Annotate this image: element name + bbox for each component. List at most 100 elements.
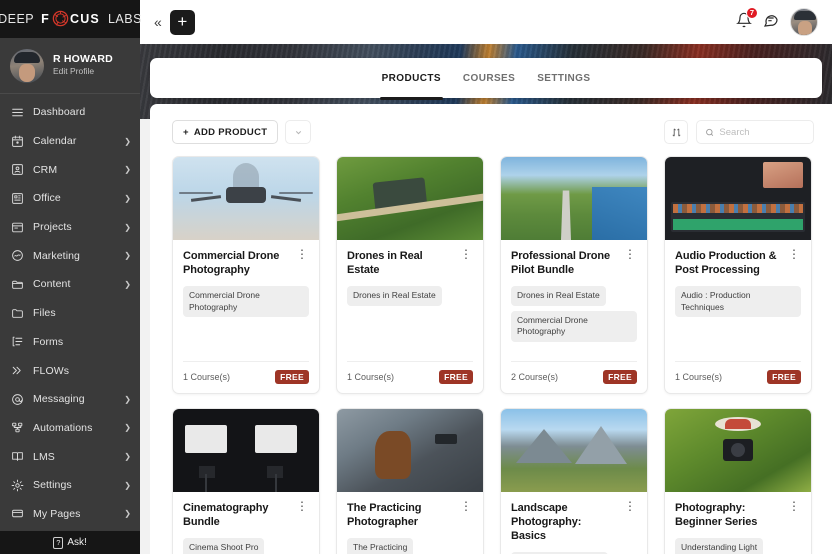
card-menu-button[interactable]: ⋮ — [459, 249, 473, 260]
sidebar-item-label: Office — [33, 192, 115, 204]
card-body: Landscape Photography: Basics⋮Photograph… — [501, 492, 647, 554]
product-card[interactable]: Commercial Drone Photography⋮Commercial … — [172, 156, 320, 394]
product-card[interactable]: Cinematography Bundle ⋮ Cinema Shoot Pro — [172, 408, 320, 554]
user-avatar[interactable] — [790, 8, 818, 36]
collapse-sidebar-button[interactable]: « — [148, 15, 168, 29]
sort-button[interactable] — [664, 120, 688, 144]
chevron-down-icon — [294, 128, 303, 137]
card-body: Commercial Drone Photography⋮Commercial … — [173, 240, 319, 361]
topbar-actions: 7 — [736, 8, 818, 36]
app-root: DEEP F CUS LABS R HOWARD Edit Profile — [0, 0, 832, 554]
aerial-estate-thumbnail — [337, 157, 483, 240]
card-title-row: Landscape Photography: Basics⋮ — [511, 501, 637, 543]
search-icon — [705, 127, 714, 138]
price-badge: FREE — [439, 370, 473, 384]
profile-block[interactable]: R HOWARD Edit Profile — [0, 38, 140, 94]
logo-letter-f: F — [41, 12, 50, 26]
price-badge: FREE — [603, 370, 637, 384]
sidebar-item-office[interactable]: Office ❯ — [0, 184, 140, 213]
sidebar-item-automations[interactable]: Automations❯ — [0, 414, 140, 443]
form-list-icon — [10, 335, 24, 349]
product-card[interactable]: Drones in Real Estate⋮Drones in Real Est… — [336, 156, 484, 394]
sidebar-nav: DashboardCalendar❯CRM❯ Office ❯ Projects❯Ma… — [0, 94, 140, 531]
course-chip-list: Understanding Light — [675, 538, 801, 554]
sidebar-item-lms[interactable]: LMS❯ — [0, 442, 140, 471]
tab-settings[interactable]: SETTINGS — [537, 58, 590, 98]
card-menu-button[interactable]: ⋮ — [459, 501, 473, 512]
course-chip-list: Cinema Shoot Pro — [183, 538, 309, 554]
sidebar-item-marketing[interactable]: Marketing❯ — [0, 241, 140, 270]
product-card[interactable]: Audio Production & Post Processing⋮Audio… — [664, 156, 812, 394]
chat-icon — [763, 12, 779, 28]
tab-courses[interactable]: COURSES — [463, 58, 515, 98]
product-card[interactable]: Landscape Photography: Basics⋮Photograph… — [500, 408, 648, 554]
tab-products[interactable]: PRODUCTS — [382, 58, 441, 98]
sidebar-item-forms[interactable]: Forms — [0, 328, 140, 357]
ask-label: Ask! — [67, 537, 86, 548]
course-chip: Audio : Production Techniques — [675, 286, 801, 317]
ask-button[interactable]: ? Ask! — [0, 531, 140, 554]
question-mark-icon: ? — [53, 537, 63, 549]
sidebar-item-messaging[interactable]: Messaging❯ — [0, 385, 140, 414]
product-card[interactable]: Photography: Beginner Series⋮ Understandi… — [664, 408, 812, 554]
card-body: Cinematography Bundle ⋮ Cinema Shoot Pro — [173, 492, 319, 554]
logo-word-deep: DEEP — [0, 12, 34, 26]
sidebar-item-flows[interactable]: FLOWs — [0, 356, 140, 385]
notifications-button[interactable]: 7 — [736, 12, 752, 33]
brand-logo[interactable]: DEEP F CUS LABS — [0, 0, 140, 38]
card-body: Audio Production & Post Processing⋮Audio… — [665, 240, 811, 361]
card-title-row: Photography: Beginner Series⋮ — [675, 501, 801, 529]
edit-profile-link[interactable]: Edit Profile — [53, 66, 113, 77]
product-card[interactable]: The Practicing Photographer⋮ The Practici… — [336, 408, 484, 554]
card-title-row: The Practicing Photographer⋮ — [347, 501, 473, 529]
product-card[interactable]: Professional Drone Pilot Bundle⋮Drones i… — [500, 156, 648, 394]
card-menu-button[interactable]: ⋮ — [295, 501, 309, 512]
course-chip: Commercial Drone Photography — [511, 311, 637, 342]
quick-add-button[interactable]: + — [170, 10, 195, 35]
card-menu-button[interactable]: ⋮ — [295, 249, 309, 260]
sidebar-item-projects[interactable]: Projects❯ — [0, 213, 140, 242]
chevron-right-icon: ❯ — [124, 165, 131, 174]
sidebar-item-label: Content — [33, 278, 115, 290]
add-product-button[interactable]: + ADD PRODUCT — [172, 120, 278, 144]
card-menu-button[interactable]: ⋮ — [623, 249, 637, 260]
card-footer: 1 Course(s) FREE — [347, 361, 473, 393]
course-chip: The Practicing — [347, 538, 413, 554]
chevron-right-icon: ❯ — [124, 395, 131, 404]
course-count: 1 Course(s) — [347, 372, 394, 382]
search-input[interactable] — [719, 127, 805, 138]
sidebar-item-content[interactable]: Content ❯ — [0, 270, 140, 299]
megaphone-icon — [10, 249, 24, 263]
sidebar-item-calendar[interactable]: Calendar❯ — [0, 127, 140, 156]
card-menu-button[interactable]: ⋮ — [623, 501, 637, 512]
plus-icon: + — [183, 127, 189, 138]
sidebar-item-crm[interactable]: CRM❯ — [0, 155, 140, 184]
chevron-right-icon: ❯ — [124, 280, 131, 289]
card-menu-button[interactable]: ⋮ — [787, 249, 801, 260]
card-menu-button[interactable]: ⋮ — [787, 501, 801, 512]
course-chip-list: Audio : Production Techniques — [675, 286, 801, 317]
sidebar-item-files[interactable]: Files — [0, 299, 140, 328]
add-product-dropdown-button[interactable] — [285, 120, 311, 144]
pages-icon — [10, 507, 24, 521]
card-body: Professional Drone Pilot Bundle⋮Drones i… — [501, 240, 647, 361]
search-box[interactable] — [696, 120, 814, 144]
sidebar-item-settings[interactable]: Settings❯ — [0, 471, 140, 500]
chevrons-icon — [10, 364, 24, 378]
price-badge: FREE — [275, 370, 309, 384]
sidebar-item-dashboard[interactable]: Dashboard — [0, 98, 140, 127]
course-count: 1 Course(s) — [183, 372, 230, 382]
tab-bar: PRODUCTS COURSES SETTINGS — [150, 58, 822, 98]
course-chip-list: Drones in Real EstateCommercial Drone Ph… — [511, 286, 637, 341]
course-chip: Commercial Drone Photography — [183, 286, 309, 317]
sidebar-item-label: Settings — [33, 479, 115, 491]
product-title: Cinematography Bundle — [183, 501, 291, 529]
profile-name: R HOWARD — [53, 53, 113, 66]
chevron-right-icon: ❯ — [124, 194, 131, 203]
at-sign-icon — [10, 392, 24, 406]
toolbar-right — [664, 120, 814, 144]
logo-letters-cus: CUS — [70, 12, 100, 26]
sidebar-item-my-pages[interactable]: My Pages❯ — [0, 500, 140, 529]
office-icon — [10, 191, 24, 205]
messages-button[interactable] — [763, 12, 779, 33]
